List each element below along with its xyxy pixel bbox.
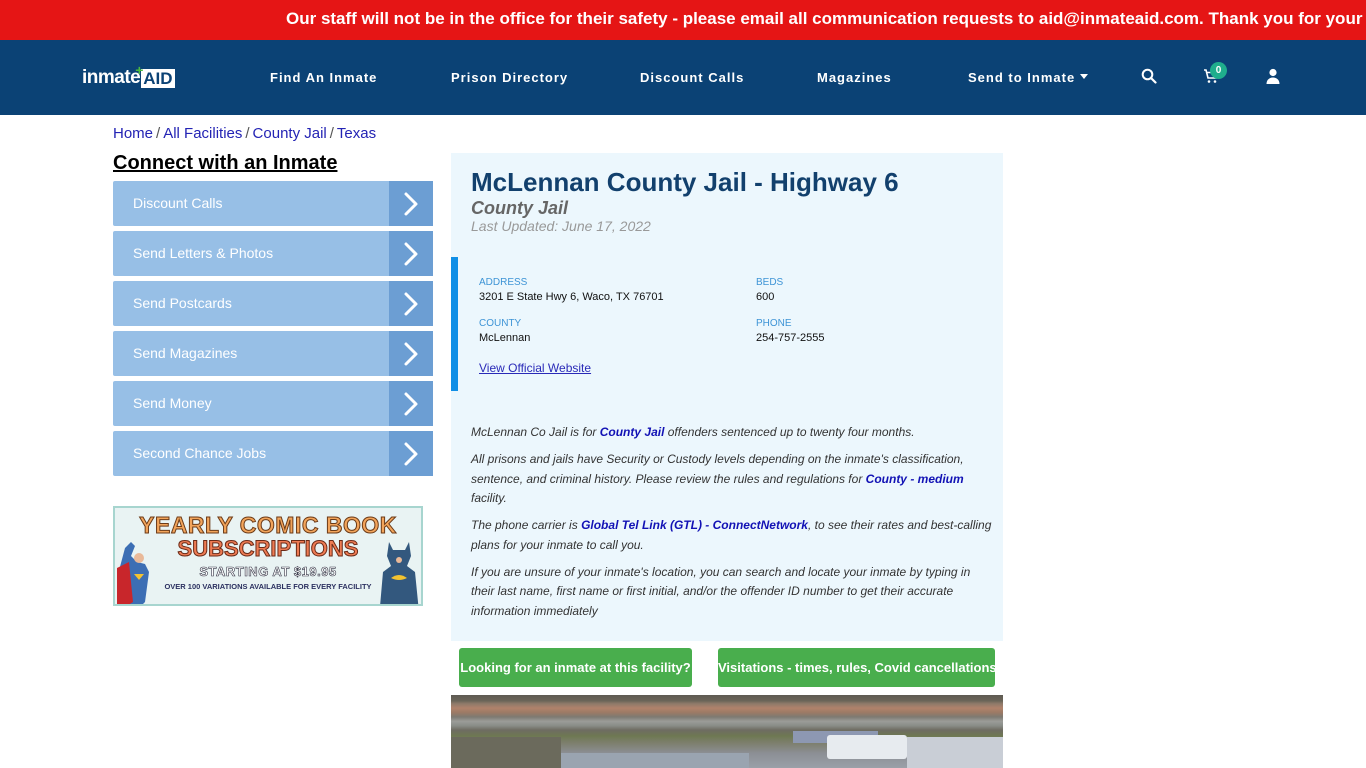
phone-label: PHONE xyxy=(756,318,792,329)
banner-line-2: SUBSCRIPTIONS xyxy=(177,536,359,562)
banner-line-1: YEARLY COMIC BOOK xyxy=(139,512,397,539)
breadcrumb-county-jail[interactable]: County Jail xyxy=(253,125,327,142)
sidebar-item-label: Send Postcards xyxy=(133,295,232,311)
breadcrumb: Home / All Facilities / County Jail / Texas xyxy=(113,125,376,142)
caret-down-icon xyxy=(1080,74,1089,79)
sidebar-item-send-money[interactable]: Send Money xyxy=(113,381,433,426)
chevron-right-icon xyxy=(389,281,433,326)
breadcrumb-home[interactable]: Home xyxy=(113,125,153,142)
nav-magazines[interactable]: Magazines xyxy=(817,70,892,85)
facility-aerial-photo xyxy=(451,695,1003,768)
logo-text-inmate: inmate xyxy=(82,67,141,88)
county-medium-link[interactable]: County - medium xyxy=(866,472,964,486)
facility-card: McLennan County Jail - Highway 6 County … xyxy=(451,153,1003,641)
logo-plus-icon: + xyxy=(135,61,144,78)
county-value: McLennan xyxy=(479,332,531,344)
breadcrumb-separator: / xyxy=(156,125,161,142)
facility-type: County Jail xyxy=(471,198,569,218)
description-paragraph: If you are unsure of your inmate's locat… xyxy=(471,564,971,618)
facility-info-box: ADDRESS 3201 E State Hwy 6, Waco, TX 767… xyxy=(451,257,1003,391)
breadcrumb-all-facilities[interactable]: All Facilities xyxy=(163,125,242,142)
banner-line-3: STARTING AT $19.95 xyxy=(199,564,337,580)
nav-discount-calls[interactable]: Discount Calls xyxy=(640,70,744,85)
sidebar-item-label: Second Chance Jobs xyxy=(133,445,267,461)
desc-text: The phone carrier is xyxy=(471,518,582,532)
alert-banner: Our staff will not be in the office for … xyxy=(0,0,1366,40)
description-paragraph: McLennan Co Jail is for County Jail offe… xyxy=(471,423,995,443)
batman-illustration xyxy=(380,542,419,604)
facility-description: McLennan Co Jail is for County Jail offe… xyxy=(471,423,995,629)
desc-text: facility. xyxy=(471,491,507,505)
find-inmate-at-facility-button[interactable]: Looking for an inmate at this facility? xyxy=(459,648,692,687)
chevron-right-icon xyxy=(389,431,433,476)
county-jail-link[interactable]: County Jail xyxy=(600,425,665,439)
main-navbar: inmate + AID Find An Inmate Prison Direct… xyxy=(0,40,1366,115)
site-logo[interactable]: inmate + AID xyxy=(82,62,175,90)
logo-text-aid: + AID xyxy=(135,62,175,88)
last-updated: Last Updated: June 17, 2022 xyxy=(471,218,651,234)
sidebar-item-label: Discount Calls xyxy=(133,195,223,211)
view-official-website-link[interactable]: View Official Website xyxy=(479,361,591,375)
sidebar-item-discount-calls[interactable]: Discount Calls xyxy=(113,181,433,226)
chevron-right-icon xyxy=(389,381,433,426)
nav-find-an-inmate[interactable]: Find An Inmate xyxy=(270,70,377,85)
sidebar-item-label: Send Money xyxy=(133,395,212,411)
connect-menu: Discount Calls Send Letters & Photos Sen… xyxy=(113,181,433,481)
chevron-right-icon xyxy=(389,181,433,226)
user-icon[interactable] xyxy=(1265,68,1283,86)
nav-send-to-inmate[interactable]: Send to Inmate xyxy=(968,70,1089,85)
sidebar-item-send-magazines[interactable]: Send Magazines xyxy=(113,331,433,376)
sidebar-item-send-letters-photos[interactable]: Send Letters & Photos xyxy=(113,231,433,276)
desc-text: McLennan Co Jail is for xyxy=(471,425,600,439)
facility-title: McLennan County Jail - Highway 6 xyxy=(471,167,899,197)
phone-value: 254-757-2555 xyxy=(756,332,825,344)
breadcrumb-texas[interactable]: Texas xyxy=(337,125,376,142)
beds-label: BEDS xyxy=(756,277,784,288)
comic-subscription-banner[interactable]: YEARLY COMIC BOOK SUBSCRIPTIONS STARTING… xyxy=(113,506,423,606)
nav-prison-directory[interactable]: Prison Directory xyxy=(451,70,568,85)
breadcrumb-separator: / xyxy=(329,125,334,142)
photo-building xyxy=(559,753,749,768)
sidebar-item-label: Send Magazines xyxy=(133,345,238,361)
desc-text: offenders sentenced up to twenty four mo… xyxy=(664,425,915,439)
search-icon[interactable] xyxy=(1141,68,1159,86)
nav-send-to-inmate-label: Send to Inmate xyxy=(968,70,1076,85)
photo-building xyxy=(907,737,1003,768)
breadcrumb-separator: / xyxy=(245,125,250,142)
phone-carrier-link[interactable]: Global Tel Link (GTL) - ConnectNetwork xyxy=(581,518,808,532)
description-paragraph: All prisons and jails have Security or C… xyxy=(471,450,995,509)
county-label: COUNTY xyxy=(479,318,522,329)
sidebar-item-send-postcards[interactable]: Send Postcards xyxy=(113,281,433,326)
sidebar-item-label: Send Letters & Photos xyxy=(133,245,274,261)
beds-value: 600 xyxy=(756,291,775,303)
address-label: ADDRESS xyxy=(479,277,528,288)
cart-count-badge: 0 xyxy=(1210,62,1227,79)
logo-aid-text: AID xyxy=(143,68,173,88)
description-paragraph: The phone carrier is Global Tel Link (GT… xyxy=(471,516,995,555)
chevron-right-icon xyxy=(389,231,433,276)
connect-with-inmate-heading: Connect with an Inmate xyxy=(113,152,338,174)
chevron-right-icon xyxy=(389,331,433,376)
sidebar-item-second-chance-jobs[interactable]: Second Chance Jobs xyxy=(113,431,433,476)
alert-text: Our staff will not be in the office for … xyxy=(286,9,1366,28)
visitations-button[interactable]: Visitations - times, rules, Covid cancel… xyxy=(718,648,997,687)
address-value: 3201 E State Hwy 6, Waco, TX 76701 xyxy=(479,291,664,303)
photo-building xyxy=(827,735,907,759)
photo-trees xyxy=(451,737,561,768)
banner-line-4: OVER 100 VARIATIONS AVAILABLE FOR EVERY … xyxy=(164,582,372,591)
